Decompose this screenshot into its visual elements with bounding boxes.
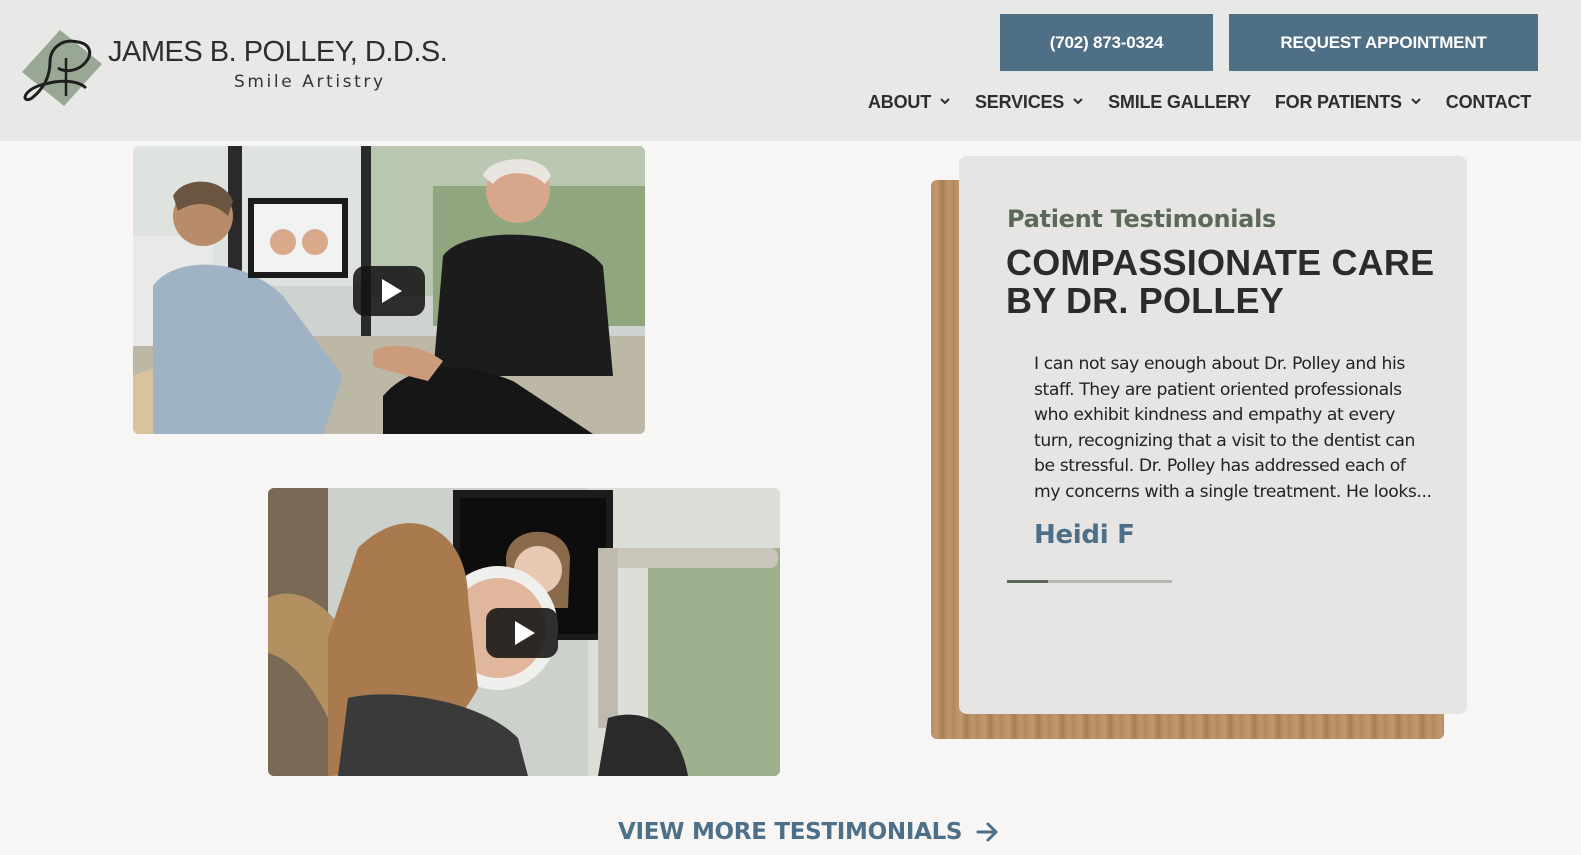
nav-item-services[interactable]: SERVICES [975,92,1084,113]
logo-mark-icon [22,30,102,106]
nav-item-smile-gallery[interactable]: SMILE GALLERY [1108,92,1251,113]
slider-progress[interactable] [1007,580,1172,583]
phone-button[interactable]: (702) 873-0324 [1000,14,1213,71]
main-nav: ABOUT SERVICES SMILE GALLERY FOR PATIENT… [868,90,1531,114]
testimonial-title: COMPASSIONATE CARE BY DR. POLLEY [1006,242,1435,321]
testimonial-eyebrow: Patient Testimonials [1007,205,1276,233]
nav-item-for-patients[interactable]: FOR PATIENTS [1275,92,1422,113]
chevron-down-icon [1411,98,1421,105]
nav-item-about[interactable]: ABOUT [868,92,951,113]
logo-name: JAMES B. POLLEY, D.D.S. [108,36,448,68]
testimonial-author: Heidi F [1034,520,1135,550]
nav-item-contact[interactable]: CONTACT [1446,92,1531,113]
nav-item-label: SMILE GALLERY [1108,91,1251,112]
chevron-down-icon [940,98,950,105]
testimonial-quote: I can not say enough about Dr. Polley an… [1034,354,1432,502]
nav-item-label: SERVICES [975,91,1065,112]
nav-item-label: CONTACT [1445,91,1532,112]
chevron-down-icon [1073,98,1083,105]
play-icon [381,279,402,303]
nav-item-label: FOR PATIENTS [1274,91,1402,112]
play-button[interactable] [353,266,425,316]
testimonial-video-2[interactable] [268,488,780,776]
request-appointment-button[interactable]: REQUEST APPOINTMENT [1229,14,1538,71]
view-more-testimonials-link[interactable]: VIEW MORE TESTIMONIALS [618,819,1000,845]
slider-progress-fill [1007,580,1049,583]
play-icon [514,621,535,645]
logo[interactable]: JAMES B. POLLEY, D.D.S. Smile Artistry [20,28,448,108]
logo-tagline: Smile Artistry [234,72,386,92]
nav-item-label: ABOUT [868,91,931,112]
site-header: JAMES B. POLLEY, D.D.S. Smile Artistry (… [0,0,1581,141]
view-more-label: VIEW MORE TESTIMONIALS [618,819,963,845]
arrow-right-icon [976,822,998,842]
play-button[interactable] [486,608,558,658]
testimonial-video-1[interactable] [133,146,645,434]
